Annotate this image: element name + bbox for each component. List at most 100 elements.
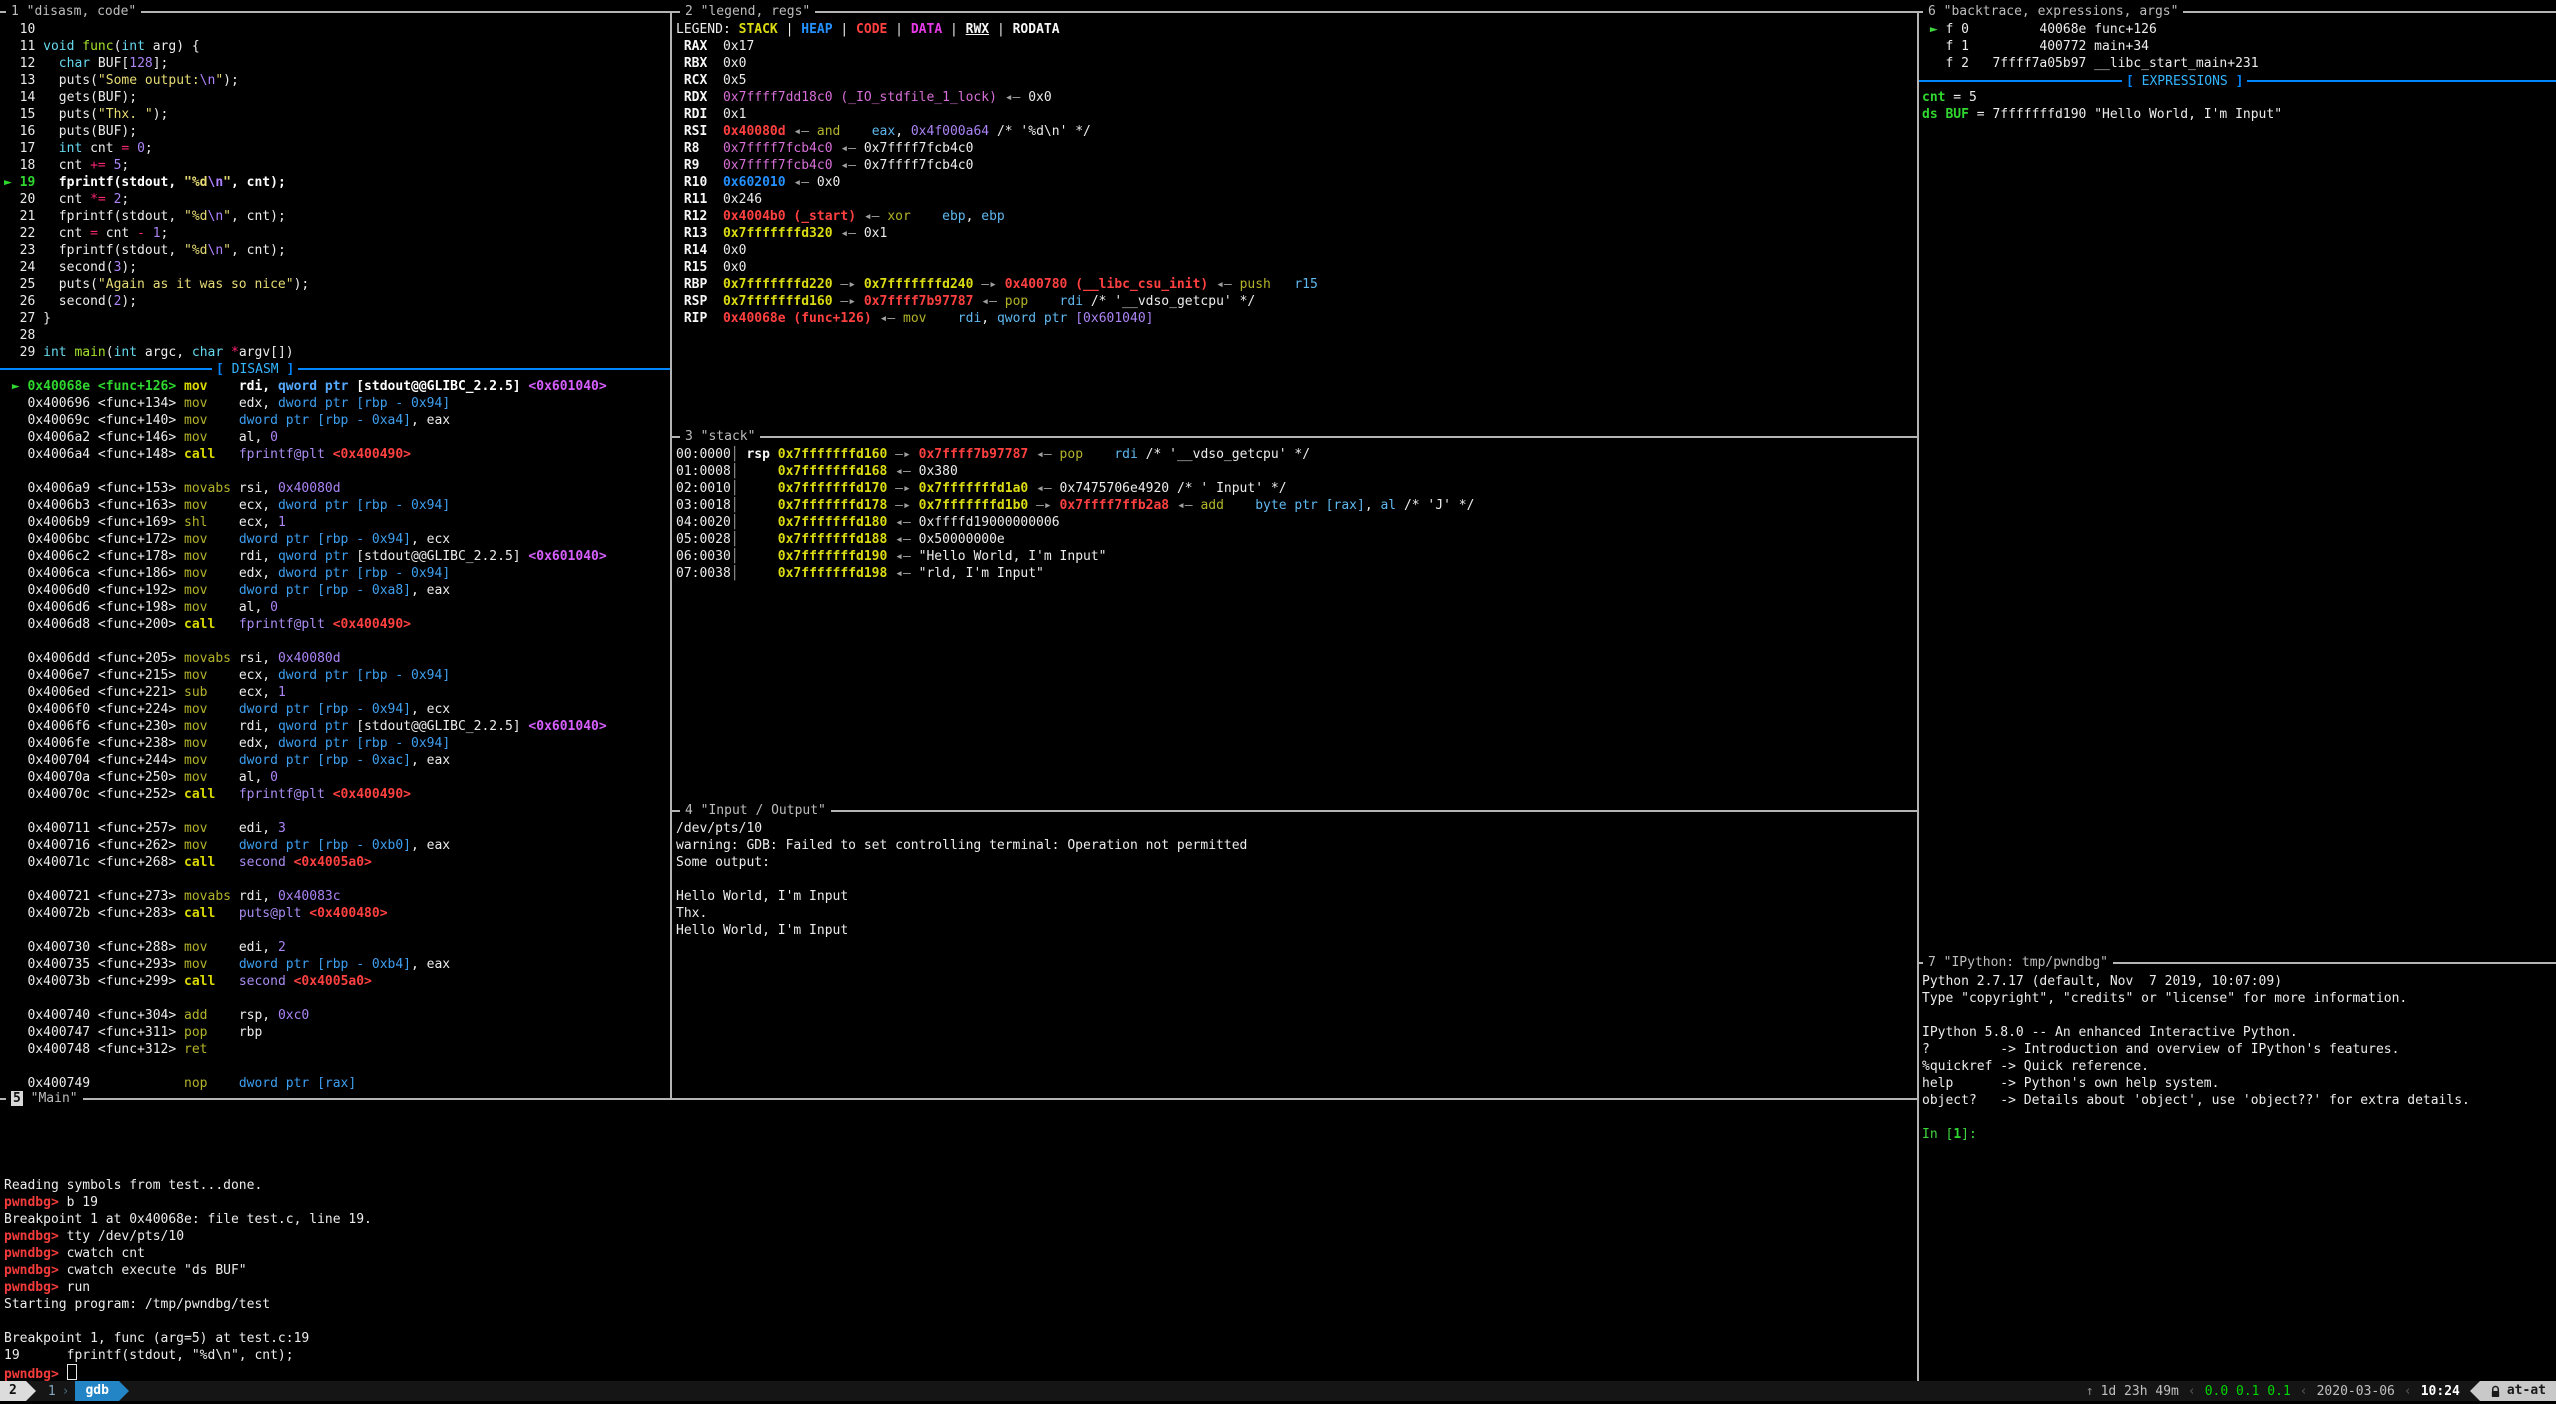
pane-main[interactable]: Reading symbols from test...done.pwndbg>… [0, 1100, 1917, 1381]
terminal-line: 02:0010│ 0x7fffffffd170 —▸ 0x7fffffffd1a… [676, 480, 1474, 497]
session-badge[interactable]: 2 [0, 1381, 26, 1401]
terminal-line: 0x400735 <func+293> mov dword ptr [rbp -… [4, 956, 607, 973]
terminal-line: f 2 7ffff7a05b97 __libc_start_main+231 [1922, 55, 2259, 72]
expressions-section-label: [ EXPRESSIONS ] [2122, 73, 2247, 90]
terminal-line: ► f 0 40068e func+126 [1922, 21, 2259, 38]
terminal-line: RDI 0x1 [676, 106, 1318, 123]
terminal-line: 0x4006dd <func+205> movabs rsi, 0x40080d [4, 650, 607, 667]
pane-border-main-top[interactable] [0, 1098, 1919, 1100]
powerline-arrow-icon [119, 1381, 129, 1401]
terminal-line: 03:0018│ 0x7fffffffd178 —▸ 0x7fffffffd1b… [676, 497, 1474, 514]
pane-border-vertical-right[interactable] [1917, 11, 1919, 1381]
terminal-line: 0x40070c <func+252> call fprintf@plt <0x… [4, 786, 607, 803]
terminal-line: 04:0020│ 0x7fffffffd180 ◂— 0xffffd190000… [676, 514, 1474, 531]
uptime: 1d 23h 49m [2101, 1383, 2179, 1400]
pane-border-stack-top[interactable] [670, 436, 1919, 438]
pane-legend-regs[interactable]: LEGEND: STACK | HEAP | CODE | DATA | RWX… [672, 0, 1917, 436]
terminal-line: 0x4006d0 <func+192> mov dword ptr [rbp -… [4, 582, 607, 599]
terminal-line: 20 cnt *= 2; [4, 191, 309, 208]
pane-border-vertical-left[interactable] [670, 11, 672, 1099]
terminal-line: 21 fprintf(stdout, "%d\n", cnt); [4, 208, 309, 225]
terminal-line [4, 1313, 372, 1330]
pane-stack[interactable]: 00:0000│ rsp 0x7fffffffd160 —▸ 0x7ffff7b… [672, 438, 1917, 810]
terminal-line: R9 0x7ffff7fcb4c0 ◂— 0x7ffff7fcb4c0 [676, 157, 1318, 174]
terminal-line: 15 puts("Thx. "); [4, 106, 309, 123]
pane-border-io-top[interactable] [670, 810, 1919, 812]
terminal-line: R12 0x4004b0 (_start) ◂— xor ebp, ebp [676, 208, 1318, 225]
window-tab-gdb[interactable]: gdb [75, 1381, 118, 1401]
terminal-line: Type "copyright", "credits" or "license"… [1922, 990, 2470, 1007]
date-display: 2020-03-06 [2317, 1383, 2395, 1400]
terminal-line: RSP 0x7fffffffd160 —▸ 0x7ffff7b97787 ◂— … [676, 293, 1318, 310]
terminal-line: 0x4006c2 <func+178> mov rdi, qword ptr [… [4, 548, 607, 565]
pane-title-disasm-code: 1 "disasm, code" [6, 3, 141, 20]
terminal-line: R11 0x246 [676, 191, 1318, 208]
expressions-list: cnt = 5ds BUF = 7fffffffd190 "Hello Worl… [1922, 89, 2282, 123]
disasm-separator [0, 368, 670, 370]
pane-title-backtrace: 6 "backtrace, expressions, args" [1923, 3, 2183, 20]
terminal-line [4, 1143, 372, 1160]
ipython-banner[interactable]: Python 2.7.17 (default, Nov 7 2019, 10:0… [1922, 973, 2470, 1143]
terminal-line: ► 0x40068e <func+126> mov rdi, qword ptr… [4, 378, 607, 395]
terminal-line [1922, 1109, 2470, 1126]
terminal-line: R13 0x7fffffffd320 ◂— 0x1 [676, 225, 1318, 242]
terminal-line: ► 19 fprintf(stdout, "%d\n", cnt); [4, 174, 309, 191]
pane-title-stack: 3 "stack" [680, 428, 760, 445]
stack-list: 00:0000│ rsp 0x7fffffffd160 —▸ 0x7ffff7b… [676, 446, 1474, 582]
terminal-line: Breakpoint 1, func (arg=5) at test.c:19 [4, 1330, 372, 1347]
terminal-line [4, 633, 607, 650]
terminal-line: 10 [4, 21, 309, 38]
terminal-line: 17 int cnt = 0; [4, 140, 309, 157]
disasm-listing: ► 0x40068e <func+126> mov rdi, qword ptr… [4, 378, 607, 1092]
terminal-line: 19 fprintf(stdout, "%d\n", cnt); [4, 1347, 372, 1364]
terminal-line [4, 463, 607, 480]
terminal-line: ? -> Introduction and overview of IPytho… [1922, 1041, 2470, 1058]
terminal-line: 23 fprintf(stdout, "%d\n", cnt); [4, 242, 309, 259]
source-listing: 10 11 void func(int arg) { 12 char BUF[1… [4, 21, 309, 361]
terminal-line [1922, 1007, 2470, 1024]
hostname-badge: at-at [2480, 1381, 2556, 1401]
pane-backtrace[interactable]: ► f 0 40068e func+126 f 1 400772 main+34… [1919, 0, 2556, 962]
terminal-line: 28 [4, 327, 309, 344]
powerline-arrow-icon [26, 1381, 36, 1401]
terminal-line: Some output: [676, 854, 1247, 871]
terminal-line: /dev/pts/10 [676, 820, 1247, 837]
terminal-line [676, 871, 1247, 888]
terminal-line: 25 puts("Again as it was so nice"); [4, 276, 309, 293]
terminal-line: R8 0x7ffff7fcb4c0 ◂— 0x7ffff7fcb4c0 [676, 140, 1318, 157]
terminal-line: Hello World, I'm Input [676, 888, 1247, 905]
terminal-line: 12 char BUF[128]; [4, 55, 309, 72]
pane-disasm-code[interactable]: 10 11 void func(int arg) { 12 char BUF[1… [0, 0, 670, 1098]
terminal-line: 0x400747 <func+311> pop rbp [4, 1024, 607, 1041]
terminal-line: 0x40071c <func+268> call second <0x4005a… [4, 854, 607, 871]
separator-icon: ‹ [2404, 1383, 2412, 1400]
terminal-line: 0x4006ed <func+221> sub ecx, 1 [4, 684, 607, 701]
pane-io[interactable]: /dev/pts/10warning: GDB: Failed to set c… [672, 812, 1917, 1098]
terminal-line: 0x400716 <func+262> mov dword ptr [rbp -… [4, 837, 607, 854]
terminal-line: RCX 0x5 [676, 72, 1318, 89]
terminal-line: 11 void func(int arg) { [4, 38, 309, 55]
terminal-line: ds BUF = 7fffffffd190 "Hello World, I'm … [1922, 106, 2282, 123]
window-index[interactable]: 1 [48, 1383, 56, 1400]
terminal-line: 0x4006a4 <func+148> call fprintf@plt <0x… [4, 446, 607, 463]
terminal-line [4, 922, 607, 939]
terminal-line: 0x400696 <func+134> mov edx, dword ptr [… [4, 395, 607, 412]
pane-title-io: 4 "Input / Output" [680, 802, 831, 819]
terminal-line: 18 cnt += 5; [4, 157, 309, 174]
terminal-line: 05:0028│ 0x7fffffffd188 ◂— 0x50000000e [676, 531, 1474, 548]
terminal-line: warning: GDB: Failed to set controlling … [676, 837, 1247, 854]
terminal-line: pwndbg> cwatch cnt [4, 1245, 372, 1262]
pane-title-main: 5 "Main" [6, 1090, 83, 1107]
terminal-line: 0x4006ca <func+186> mov edx, dword ptr [… [4, 565, 607, 582]
terminal-line: 0x400721 <func+273> movabs rdi, 0x40083c [4, 888, 607, 905]
terminal-line: 0x4006d6 <func+198> mov al, 0 [4, 599, 607, 616]
terminal-line: R10 0x602010 ◂— 0x0 [676, 174, 1318, 191]
terminal-line: 0x4006f0 <func+224> mov dword ptr [rbp -… [4, 701, 607, 718]
terminal-line: RSI 0x40080d ◂— and eax, 0x4f000a64 /* '… [676, 123, 1318, 140]
separator-icon: ‹ [2188, 1383, 2196, 1400]
gdb-console[interactable]: Reading symbols from test...done.pwndbg>… [4, 1109, 372, 1381]
pane-ipython[interactable]: Python 2.7.17 (default, Nov 7 2019, 10:0… [1919, 964, 2556, 1381]
terminal-line [4, 1160, 372, 1177]
terminal-line: LEGEND: STACK | HEAP | CODE | DATA | RWX… [676, 21, 1318, 38]
terminal-line [4, 803, 607, 820]
